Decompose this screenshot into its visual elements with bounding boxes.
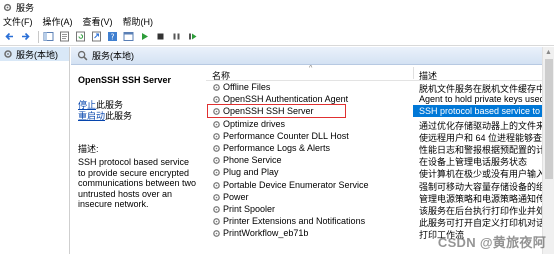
service-row-selected[interactable]: OpenSSH SSH Server SSH protocol based se… [206,104,554,119]
service-name: OpenSSH Authentication Agent [223,94,349,105]
service-name: Optimize drives [223,118,286,129]
search-icon [77,50,88,61]
restart-icon[interactable] [186,30,199,43]
service-row[interactable]: Plug and Play 使计算机在极少或没有用户输入的情况下 [206,166,554,179]
console-tree-icon[interactable] [42,30,55,43]
stop-service-link[interactable]: 停止 [78,100,96,110]
play-icon[interactable] [138,30,151,43]
watermark: CSDN @黄旅夜阿 [437,235,546,250]
service-name: PrintWorkflow_eb71b [223,228,309,239]
service-name: Print Spooler [223,203,276,214]
vertical-scrollbar[interactable]: ▲ [542,47,554,254]
service-gear-icon [213,96,220,104]
column-divider[interactable] [413,67,414,79]
menu-view[interactable]: 查看(V) [83,15,113,28]
scroll-up-arrow-icon[interactable]: ▲ [545,49,552,56]
service-actions: 停止此服务 重启动此服务 [78,100,199,122]
sort-asc-icon: ^ [309,65,313,72]
service-name: Performance Counter DLL Host [223,130,349,141]
menu-file[interactable]: 文件(F) [3,15,33,28]
service-row[interactable]: Performance Counter DLL Host 使远程用户和 64 位… [206,130,554,143]
scrollbar-thumb[interactable] [545,59,553,179]
main-header: 服务(本地) [71,47,554,65]
service-gear-icon [213,181,220,189]
title-bar: 服务 [0,0,554,14]
restart-suffix: 此服务 [105,111,133,121]
service-row[interactable]: Performance Logs & Alerts 性能日志和警报根据预配置的计… [206,142,554,155]
tree-item-label: 服务(本地) [16,49,58,60]
svg-text:?: ? [111,32,115,41]
pause-icon[interactable] [170,30,183,43]
services-list: ^ 名称 描述 Offline Files 脱机文件服务在脱机文件缓存中执行维护… [206,65,554,254]
restart-service-link[interactable]: 重启动 [78,111,105,121]
help-icon[interactable]: ? [106,30,119,43]
service-row[interactable]: Print Spooler 该服务在后台执行打印作业并处理与打印 [206,203,554,216]
service-row[interactable]: Offline Files 脱机文件服务在脱机文件缓存中执行维护 [206,81,554,94]
service-gear-icon [213,157,220,164]
service-title: OpenSSH SSH Server [78,75,172,85]
service-gear-icon [213,84,220,91]
window-title: 服务 [16,2,35,13]
service-gear-icon [213,145,220,152]
description-label: 描述: [78,144,99,154]
service-gear-icon [213,120,220,128]
service-gear-icon [213,218,220,225]
main-header-label: 服务(本地) [92,51,134,61]
toolbar: ? [0,28,554,46]
menu-bar: 文件(F) 操作(A) 查看(V) 帮助(H) [0,14,554,28]
console-icon[interactable] [122,30,135,43]
gear-icon [3,3,12,11]
service-name: Offline Files [223,82,271,92]
gear-icon [4,50,12,58]
service-gear-icon [213,206,220,213]
toolbar-separator [38,30,39,43]
service-name: Phone Service [223,155,282,166]
main-pane: 服务(本地) OpenSSH SSH Server 停止此服务 重启动此服务 描… [71,47,554,254]
service-gear-icon [213,132,220,140]
properties-icon[interactable] [58,30,71,43]
service-row[interactable]: Portable Device Enumerator Service 强制可移动… [206,179,554,192]
service-description: SSH protocol based service to provide [419,106,554,117]
tree-item-services-local[interactable]: 服务(本地) [0,47,69,61]
service-name: Performance Logs & Alerts [223,142,331,153]
description-text: SSH protocol based service to provide se… [78,157,197,209]
service-gear-icon [213,230,220,238]
service-row[interactable]: Optimize drives 通过优化存储驱动器上的文件来帮助计 [206,118,554,131]
service-name: Power [223,191,249,202]
export-icon[interactable] [90,30,103,43]
service-name: Plug and Play [223,167,279,178]
stop-suffix: 此服务 [96,100,124,110]
service-gear-icon [213,169,220,177]
forward-arrow-icon[interactable] [19,30,32,43]
menu-action[interactable]: 操作(A) [43,15,73,28]
refresh-icon[interactable] [74,30,87,43]
back-arrow-icon[interactable] [3,30,16,43]
stop-icon[interactable] [154,30,167,43]
service-description: Agent to hold private keys used for p [419,94,554,105]
column-headers: ^ 名称 描述 [206,65,554,81]
service-row[interactable]: Power 管理电源策略和电源策略通知传递。 [206,191,554,204]
console-tree: 服务(本地) [0,47,70,254]
service-row[interactable]: Printer Extensions and Notifications 此服务… [206,215,554,228]
service-gear-icon [213,193,220,201]
service-name: Portable Device Enumerator Service [223,179,369,190]
service-name: Printer Extensions and Notifications [223,216,366,227]
service-details-pane: OpenSSH SSH Server 停止此服务 重启动此服务 描述: SSH … [71,65,206,254]
service-row[interactable]: Phone Service 在设备上管理电话服务状态 [206,154,554,167]
annotation-highlight-box [207,104,346,119]
menu-help[interactable]: 帮助(H) [123,15,154,28]
